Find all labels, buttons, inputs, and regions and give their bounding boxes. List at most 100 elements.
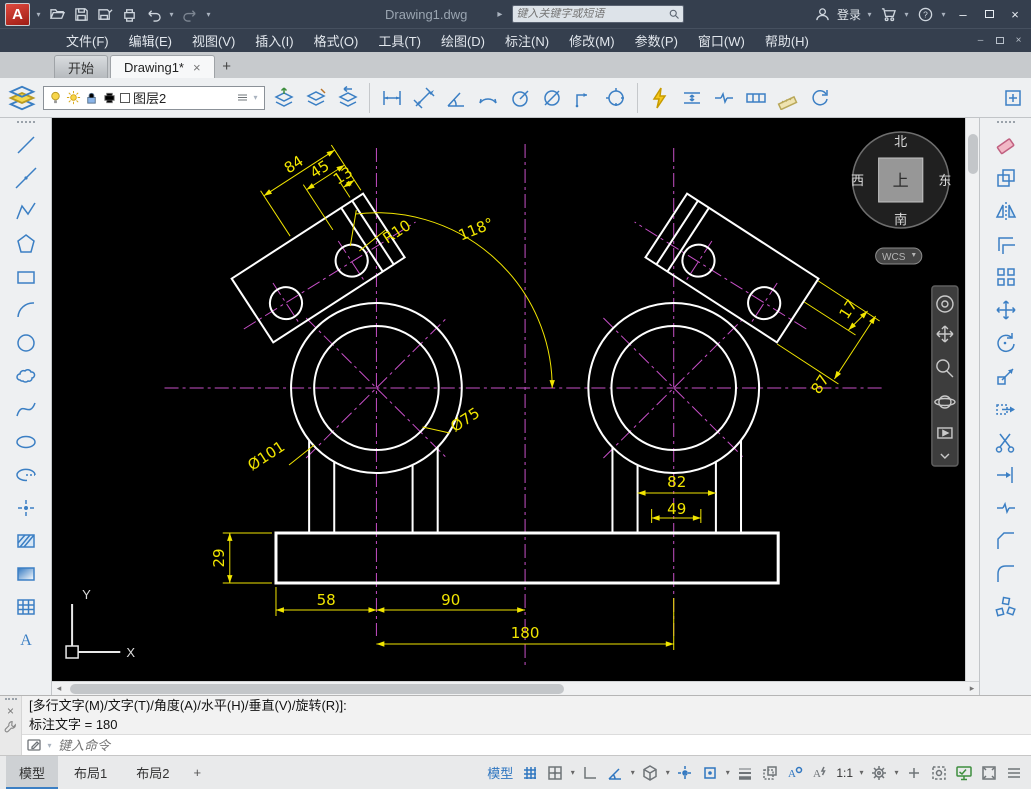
menu-modify[interactable]: 修改(M)	[559, 29, 625, 52]
chamfer-icon[interactable]	[993, 528, 1019, 554]
new-layout-button[interactable]: +	[185, 756, 209, 789]
doc-restore-button[interactable]	[991, 32, 1008, 49]
break-icon[interactable]	[993, 495, 1019, 521]
erase-icon[interactable]	[993, 132, 1019, 158]
save-as-icon[interactable]	[95, 4, 115, 24]
tab-close-icon[interactable]: ×	[193, 61, 201, 74]
polyline-icon[interactable]	[13, 198, 39, 224]
redo-icon[interactable]	[180, 4, 200, 24]
layer-lock-icon[interactable]	[84, 90, 99, 105]
isodraft-caret-icon[interactable]: ▾	[664, 768, 671, 777]
add-status-icon[interactable]	[903, 762, 925, 784]
vertical-scroll-thumb[interactable]	[968, 134, 978, 174]
spline-icon[interactable]	[13, 396, 39, 422]
undo-icon[interactable]	[143, 4, 163, 24]
command-pencil-icon[interactable]	[27, 738, 43, 752]
hatch-icon[interactable]	[13, 528, 39, 554]
plot-icon[interactable]	[119, 4, 139, 24]
menu-help[interactable]: 帮助(H)	[755, 29, 819, 52]
polar-tracking-icon[interactable]	[604, 762, 626, 784]
navigation-bar[interactable]	[932, 286, 958, 466]
close-button[interactable]: ×	[1004, 3, 1026, 25]
table-icon[interactable]	[13, 594, 39, 620]
drawing-canvas[interactable]: 13 45 84 R10 118° Ø101 Ø75 17 87 82 49 2…	[52, 118, 965, 681]
redo-caret-icon[interactable]: ▾	[204, 10, 213, 19]
ordinate-dimension-icon[interactable]	[570, 84, 597, 111]
layer-color-swatch[interactable]	[120, 93, 130, 103]
layer-freeze-sun-icon[interactable]	[66, 90, 81, 105]
workspace-gear-icon[interactable]	[868, 762, 890, 784]
open-icon[interactable]	[47, 4, 67, 24]
layer-on-bulb-icon[interactable]	[48, 90, 63, 105]
customize-icon[interactable]	[1003, 762, 1025, 784]
viewcube-east-label[interactable]: 东	[938, 173, 951, 188]
new-tab-button[interactable]: +	[217, 56, 237, 76]
help-icon[interactable]: ?	[915, 4, 935, 24]
autoscale-icon[interactable]: A	[809, 762, 831, 784]
trim-icon[interactable]	[993, 429, 1019, 455]
menu-file[interactable]: 文件(F)	[56, 29, 119, 52]
layout-tab-layout1[interactable]: 布局1	[61, 756, 120, 789]
tab-drawing1[interactable]: Drawing1* ×	[110, 55, 215, 78]
array-icon[interactable]	[993, 264, 1019, 290]
dimension-space-icon[interactable]	[678, 84, 705, 111]
offset-icon[interactable]	[993, 231, 1019, 257]
layer-plot-icon[interactable]	[102, 90, 117, 105]
login-caret-icon[interactable]: ▾	[865, 10, 874, 19]
command-grip[interactable]	[5, 698, 17, 702]
menu-draw[interactable]: 绘图(D)	[431, 29, 495, 52]
make-current-layer-icon[interactable]	[270, 84, 297, 111]
osnap-caret-icon[interactable]: ▾	[724, 768, 731, 777]
command-recent-caret-icon[interactable]: ▾	[45, 741, 54, 750]
undo-caret-icon[interactable]: ▾	[167, 10, 176, 19]
angular-dimension-icon[interactable]	[442, 84, 469, 111]
scale-caret-icon[interactable]: ▾	[858, 768, 865, 777]
linear-dimension-icon[interactable]	[378, 84, 405, 111]
layout-tab-layout2[interactable]: 布局2	[123, 756, 182, 789]
copy-icon[interactable]	[993, 165, 1019, 191]
tolerance-icon[interactable]	[742, 84, 769, 111]
doc-minimize-button[interactable]: –	[972, 32, 989, 49]
expand-arrow-icon[interactable]: ▸	[497, 9, 502, 20]
lineweight-icon[interactable]	[734, 762, 756, 784]
polygon-icon[interactable]	[13, 231, 39, 257]
menu-parametric[interactable]: 参数(P)	[625, 29, 688, 52]
horizontal-scrollbar[interactable]: ◂ ▸	[52, 681, 979, 695]
circle-icon[interactable]	[13, 330, 39, 356]
selection-cycling-icon[interactable]	[759, 762, 781, 784]
viewcube-west-label[interactable]: 西	[851, 173, 864, 188]
command-history[interactable]: [多行文字(M)/文字(T)/角度(A)/水平(H)/垂直(V)/旋转(R)]:…	[22, 696, 1031, 755]
app-menu-caret-icon[interactable]: ▾	[34, 10, 43, 19]
layer-properties-icon[interactable]	[5, 81, 38, 114]
model-space-toggle[interactable]: 模型	[487, 763, 513, 782]
snap-caret-icon[interactable]: ▾	[569, 768, 576, 777]
viewcube-south-label[interactable]: 南	[894, 212, 907, 227]
center-mark-icon[interactable]	[602, 84, 629, 111]
menu-edit[interactable]: 编辑(E)	[119, 29, 182, 52]
scroll-left-icon[interactable]: ◂	[52, 683, 66, 694]
layout-tab-model[interactable]: 模型	[6, 756, 58, 789]
ortho-icon[interactable]	[579, 762, 601, 784]
restore-button[interactable]	[978, 3, 1000, 25]
line-icon[interactable]	[13, 132, 39, 158]
viewcube-north-label[interactable]: 北	[894, 134, 907, 149]
tab-start[interactable]: 开始	[54, 55, 108, 78]
scroll-right-icon[interactable]: ▸	[965, 683, 979, 694]
radius-dimension-icon[interactable]	[506, 84, 533, 111]
command-close-icon[interactable]: ×	[7, 705, 14, 717]
diameter-dimension-icon[interactable]	[538, 84, 565, 111]
search-icon[interactable]	[668, 8, 680, 20]
rectangle-icon[interactable]	[13, 264, 39, 290]
quick-dimension-icon[interactable]	[646, 84, 673, 111]
menu-format[interactable]: 格式(O)	[304, 29, 369, 52]
isodraft-icon[interactable]	[639, 762, 661, 784]
aligned-dimension-icon[interactable]	[410, 84, 437, 111]
layer-dropdown-caret-icon[interactable]: ▾	[251, 93, 260, 102]
command-input-row[interactable]: ▾	[22, 734, 1031, 755]
menu-window[interactable]: 窗口(W)	[688, 29, 755, 52]
ellipse-icon[interactable]	[13, 429, 39, 455]
save-icon[interactable]	[71, 4, 91, 24]
command-wrench-icon[interactable]	[4, 720, 17, 733]
snap-icon[interactable]	[544, 762, 566, 784]
menu-view[interactable]: 视图(V)	[182, 29, 245, 52]
